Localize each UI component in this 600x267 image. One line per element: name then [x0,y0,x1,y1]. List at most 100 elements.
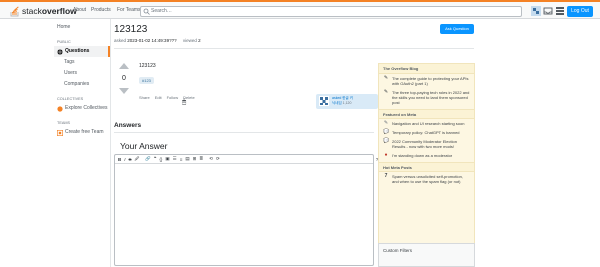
meta-item-text: I'm standing down as a moderator [392,153,453,158]
custom-filters-heading: Custom Filters [383,248,413,253]
question-body: 123123 [139,63,156,69]
meta-item[interactable]: 💬 Temporary policy: ChatGPT is banned [379,128,474,137]
sidebar-item-explore-collectives[interactable]: Explore Collectives [54,103,110,114]
hot-meta-count: 7 [384,173,388,179]
search-input[interactable]: Search… [140,6,522,17]
overflow-blog-widget: The Overflow Blog ✎ The complete guide t… [378,63,475,267]
table-icon[interactable]: ▤ [185,156,189,162]
question-title[interactable]: 123123 [114,24,147,35]
link-icon[interactable]: 🔗 [145,156,151,162]
undo-icon[interactable]: ⟲ [209,156,213,162]
mouse-cursor-icon: 🖱 [182,99,187,106]
right-sidebar: The Overflow Blog ✎ The complete guide t… [378,63,475,267]
sidebar-item-explore-collectives-label: Explore Collectives [65,105,108,111]
sidebar-item-companies[interactable]: Companies [54,79,110,90]
question-meta: asked 2023-01-02 14:49:39??? viewed 2 [114,38,201,43]
stackoverflow-logo[interactable]: stack overflow [10,5,77,17]
downvote-icon[interactable] [119,88,129,94]
meta-item[interactable]: ● I'm standing down as a moderator [379,151,474,160]
image-icon[interactable]: ▣ [165,156,169,162]
left-sidebar: Home PUBLIC Questions Tags Users Compani… [54,22,110,138]
search-placeholder: Search… [151,8,172,14]
share-link[interactable]: Share [139,95,150,100]
numbered-list-icon[interactable]: ≡ [180,157,183,162]
sidebar-section-public: PUBLIC [57,40,71,44]
teams-icon [57,129,63,136]
stack-icon: ● [384,152,388,158]
user-name[interactable]: 닉네임 [332,101,342,105]
sidebar-section-teams: TEAMS [57,121,71,125]
quote-icon[interactable]: ❝ [154,156,156,162]
logout-button[interactable]: Log Out [567,6,593,17]
stackexchange-icon[interactable] [555,6,565,16]
ask-question-button[interactable]: Ask Question [440,24,474,34]
blog-item[interactable]: ✎ The complete guide to protecting your … [379,74,474,88]
avatar-icon[interactable] [531,6,541,16]
sidebar-item-users[interactable]: Users [54,68,110,79]
answers-heading: Answers [114,122,142,129]
vote-cell: 0 [117,63,131,94]
edit-pen-icon[interactable]: 🖉 [135,155,140,163]
bold-icon[interactable]: B [118,157,121,162]
chat-icon: ✎ [383,120,389,126]
blog-heading: The Overflow Blog [379,64,474,74]
vote-count: 0 [122,75,126,82]
edit-link[interactable]: Edit [155,95,162,100]
chat-icon: 💬 [383,138,390,144]
strikethrough-icon[interactable]: S [129,157,132,162]
nav-products[interactable]: Products [91,7,111,13]
sidebar-item-tags[interactable]: Tags [54,57,110,68]
pencil-icon: ✎ [383,75,389,81]
sidebar-section-collectives: COLLECTIVES [57,97,84,101]
sidebar-item-questions-label: Questions [65,48,90,54]
user-info: 닉네임 1,120 [332,101,351,106]
blog-item[interactable]: ✎ The three top-paying tech roles in 202… [379,88,474,107]
sidebar-item-questions[interactable]: Questions [54,46,110,57]
header-divider [114,48,474,49]
blog-item-text: The three top-paying tech roles in 2022 … [392,90,470,105]
grid-icon[interactable]: ⊞ [193,156,197,162]
search-icon [143,8,150,15]
meta-item-text: 2022 Community Moderator Election Result… [392,139,457,149]
bullet-list-icon[interactable]: ☰ [173,156,177,162]
nav-for-teams[interactable]: For Teams [117,7,141,13]
follow-link[interactable]: Follow [167,95,179,100]
collectives-icon [57,105,63,112]
meta-item-text: Navigation and UI research starting soon [392,121,465,126]
italic-icon[interactable]: I [124,157,125,162]
pencil-icon: ✎ [383,89,389,95]
globe-icon [57,48,63,55]
logo-text-b: overflow [41,6,77,16]
meta-heading: Featured on Meta [379,109,474,119]
meta-item[interactable]: 💬 2022 Community Moderator Election Resu… [379,137,474,151]
redo-icon[interactable]: ⟳ [216,156,220,162]
hot-meta-item[interactable]: 7 Spam versus unsolicited self-promotion… [379,172,474,186]
answers-divider [114,132,374,133]
content-divider [110,19,111,267]
user-avatar[interactable] [319,96,329,106]
upvote-icon[interactable] [119,63,129,69]
horizontal-rule-icon[interactable]: ≣ [199,156,203,162]
stackoverflow-logo-icon [10,6,19,17]
hot-meta-text: Spam versus unsolicited self-promotion, … [392,174,463,184]
logo-text-a: stack [22,6,42,16]
nav-about[interactable]: About [73,7,86,13]
code-icon[interactable]: {} [159,157,162,162]
top-bar: stack overflow About Products For Teams S… [0,0,600,19]
hot-meta-heading: Hot Meta Posts [379,162,474,172]
custom-filters-widget: Custom Filters [378,243,475,267]
viewed-value: 2 [198,38,201,43]
viewed-label: viewed [182,38,197,43]
sidebar-item-home[interactable]: Home [54,22,110,33]
inbox-icon[interactable] [543,6,553,16]
blog-item-text: The complete guide to protecting your AP… [392,76,469,86]
meta-item-text: Temporary policy: ChatGPT is banned [392,130,460,135]
editor-toolbar: B I S 🖉 🔗 ❝ {} ▣ ☰ ≡ ▤ ⊞ ≣ ⟲ ⟳ ? ▥ ▦ ◧ [115,155,400,164]
sidebar-item-create-team[interactable]: Create free Team [54,127,110,138]
meta-item[interactable]: ✎ Navigation and UI research starting so… [379,119,474,128]
asked-value: 2023-01-02 14:49:39??? [127,38,177,43]
question-tag[interactable]: #123 [139,77,154,84]
answer-editor[interactable]: B I S 🖉 🔗 ❝ {} ▣ ☰ ≡ ▤ ⊞ ≣ ⟲ ⟳ ? ▥ ▦ ◧ [114,154,400,266]
your-answer-heading: Your Answer [120,141,168,151]
asked-label: asked [114,38,127,43]
